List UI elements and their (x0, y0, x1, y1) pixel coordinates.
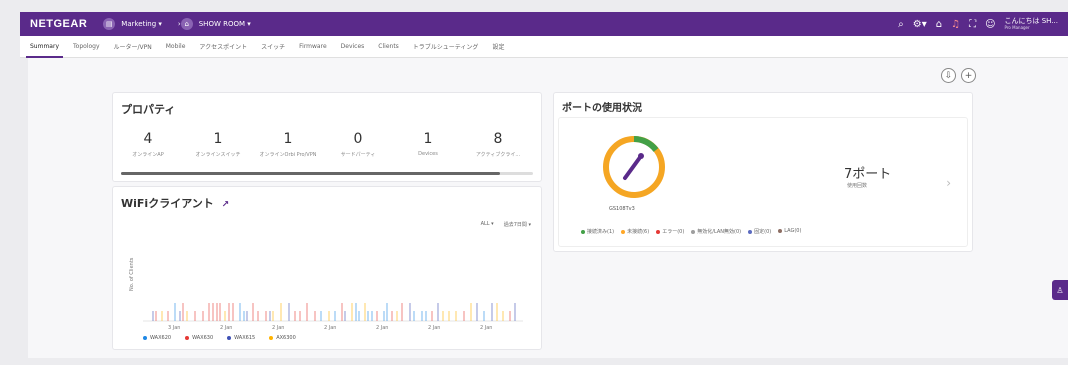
legend-item[interactable]: WAX620 (143, 335, 171, 341)
legend-item: 未接続(6) (621, 228, 649, 235)
legend-item[interactable]: WAX630 (185, 335, 213, 341)
tab-mobile[interactable]: Mobile (166, 43, 186, 50)
network-selector[interactable]: ⌂ SHOW ROOM ▾ (180, 18, 251, 30)
period-filter-value: 過去7日間 (503, 222, 527, 228)
wifi-clients-chart: No. of Clients 3 Jan 2 Jan 2 Jan 2 Jan 2 Jan… (129, 257, 523, 331)
wifi-clients-card: WiFiクライアント ↗ ALL ▾ 過去7日間 ▾ No. of Client… (112, 186, 542, 350)
stat-value: 0 (353, 131, 363, 147)
settings-icon[interactable]: ⚙▾ (913, 19, 927, 30)
tab-troubleshooting[interactable]: トラブルシューティング (413, 42, 479, 51)
tab-devices[interactable]: Devices (341, 43, 365, 50)
x-tick-label: 2 Jan (428, 325, 440, 331)
device-filter-value: ALL (480, 221, 490, 227)
tab-switches[interactable]: スイッチ (261, 42, 285, 51)
x-tick-label: 2 Jan (324, 325, 336, 331)
stat-online-ap[interactable]: 4 オンラインAP (113, 131, 183, 158)
tab-clients[interactable]: Clients (378, 43, 399, 50)
stat-value: 1 (283, 131, 293, 147)
horizontal-scrollbar[interactable] (121, 172, 533, 175)
device-filter[interactable]: ALL ▾ (481, 221, 494, 228)
port-usage-card: ポートの使用状況 GS108Tv3 7ポート 使用回数 › 接続済み(1) 未接… (553, 92, 973, 252)
legend-item[interactable]: AX6300 (269, 335, 296, 341)
stat-label: アクティブクライ... (475, 152, 521, 158)
wifi-clients-title: WiFiクライアント (121, 197, 214, 210)
x-tick-label: 2 Jan (480, 325, 492, 331)
scrollbar-thumb[interactable] (121, 172, 501, 175)
chevron-down-icon: ▾ (245, 20, 251, 28)
top-bar: NETGEAR ▤ Marketing ▾ › ⌂ SHOW ROOM ▾ ⌕ … (20, 12, 1068, 36)
tab-settings[interactable]: 設定 (492, 42, 504, 51)
tab-summary[interactable]: Summary (26, 43, 63, 58)
tab-firmware[interactable]: Firmware (299, 43, 327, 50)
stat-value: 8 (493, 131, 503, 147)
stat-devices[interactable]: 1 Devices (393, 131, 463, 158)
logo-text: NETGEAR (30, 17, 88, 30)
location-selector[interactable]: ▤ Marketing ▾ (103, 18, 162, 30)
legend-item: 接続済み(1) (581, 228, 614, 235)
notification-bell-icon[interactable]: ♫ (951, 19, 960, 30)
search-icon[interactable]: ⌕ (898, 19, 904, 30)
location-label: Marketing (121, 20, 157, 28)
stat-label: オンラインスイッチ (195, 152, 241, 158)
stat-label: オンラインAP (132, 152, 164, 158)
chevron-right-icon[interactable]: › (946, 176, 951, 190)
user-icon[interactable]: ☺ (985, 19, 995, 30)
chevron-down-icon: ▾ (156, 20, 162, 28)
stat-label: Devices (418, 151, 438, 157)
port-count-sub: 使用回数 (847, 183, 868, 189)
stat-value: 1 (423, 131, 433, 147)
stat-value: 1 (213, 131, 223, 147)
x-tick-label: 2 Jan (272, 325, 284, 331)
network-label: SHOW ROOM (198, 20, 246, 28)
port-device-name: GS108Tv3 (609, 206, 635, 212)
legend-item: 無効化/LAN無効(0) (691, 228, 741, 235)
x-tick-label: 2 Jan (220, 325, 232, 331)
stat-label: サードパーティ (340, 152, 376, 158)
port-usage-panel[interactable]: GS108Tv3 7ポート 使用回数 › 接続済み(1) 未接続(6) エラー(… (558, 117, 968, 247)
legend-item: LAG(0) (778, 228, 801, 235)
x-tick-label: 2 Jan (376, 325, 388, 331)
add-widget-icon[interactable]: + (961, 68, 976, 83)
stat-online-switch[interactable]: 1 オンラインスイッチ (183, 131, 253, 158)
properties-stats: 4 オンラインAP 1 オンラインスイッチ 1 オンラインOrbi Pro/VP… (113, 131, 543, 158)
stat-third-party[interactable]: 0 サードパーティ (323, 131, 393, 158)
port-usage-donut (603, 136, 665, 198)
wifi-chart-legend: WAX620 WAX630 WAX615 AX6300 (143, 335, 296, 341)
tab-router-vpn[interactable]: ルーター/VPN (114, 42, 152, 51)
legend-item: 固定(0) (748, 228, 771, 235)
x-tick-label: 3 Jan (168, 325, 180, 331)
chart-y-label: No. of Clients (129, 257, 135, 291)
properties-card: プロパティ 4 オンラインAP 1 オンラインスイッチ 1 オンラインOrbi … (112, 92, 542, 182)
port-legend: 接続済み(1) 未接続(6) エラー(0) 無効化/LAN無効(0) 固定(0)… (581, 228, 801, 235)
download-icon[interactable]: ⇩ (941, 68, 956, 83)
port-count: 7ポート (844, 167, 892, 182)
stat-active-clients[interactable]: 8 アクティブクライ... (463, 131, 533, 158)
properties-title: プロパティ (121, 103, 176, 116)
nav-tabs: Summary Topology ルーター/VPN Mobile アクセスポイン… (20, 36, 1068, 58)
user-role: Pro Manager (1004, 24, 1030, 30)
legend-item[interactable]: WAX615 (227, 335, 255, 341)
tab-access-points[interactable]: アクセスポイント (199, 42, 247, 51)
netgear-logo[interactable]: NETGEAR (30, 17, 88, 30)
network-icon: ⌂ (180, 18, 193, 30)
user-menu[interactable]: こんにちは SH... Pro Manager (1005, 18, 1058, 30)
stat-value: 4 (143, 131, 153, 147)
port-usage-title: ポートの使用状況 (562, 103, 642, 114)
location-icon: ▤ (103, 18, 116, 30)
home-icon[interactable]: ⌂ (936, 19, 942, 30)
period-filter[interactable]: 過去7日間 ▾ (504, 221, 531, 228)
stat-online-orbi[interactable]: 1 オンラインOrbi Pro/VPN (253, 131, 323, 158)
tab-topology[interactable]: Topology (73, 43, 100, 50)
external-link-icon[interactable]: ↗ (222, 200, 230, 210)
stat-label: オンラインOrbi Pro/VPN (259, 152, 317, 158)
support-icon[interactable]: ♙ (1052, 280, 1068, 300)
legend-item: エラー(0) (656, 228, 684, 235)
expand-icon[interactable]: ⛶ (969, 19, 976, 30)
